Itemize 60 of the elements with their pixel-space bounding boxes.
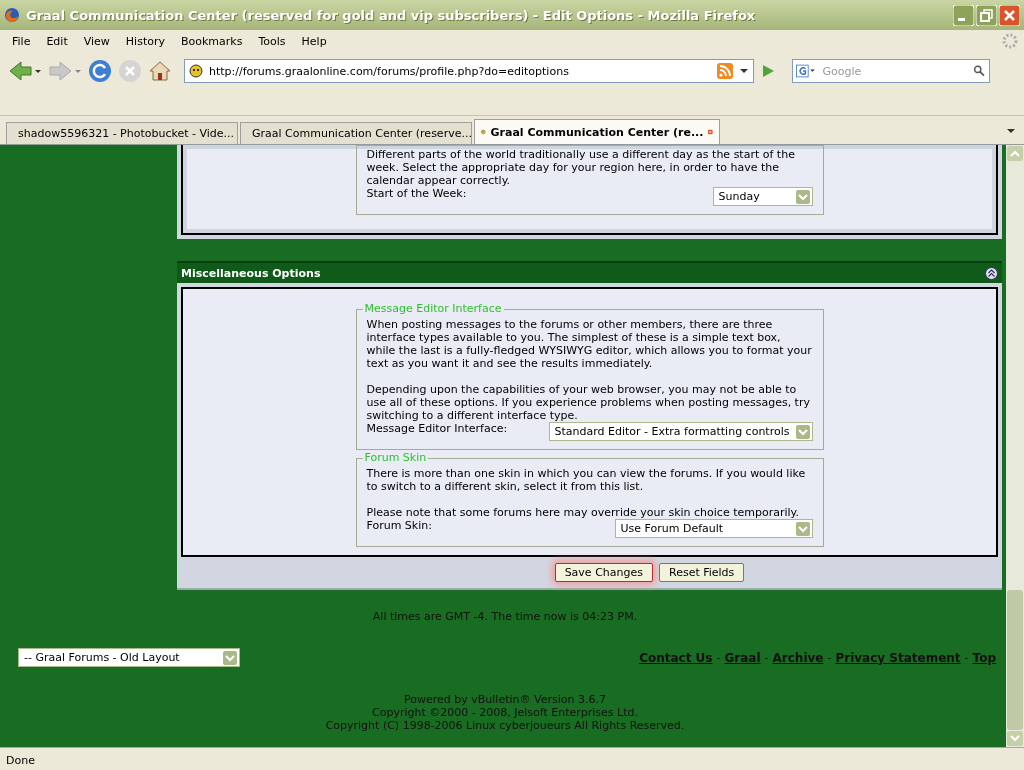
browser-tab[interactable]: shadow5596321 - Photobucket - Vide...: [6, 122, 238, 144]
reload-icon[interactable]: [88, 59, 112, 83]
dropdown-select[interactable]: Standard Editor - Extra formatting controls: [548, 422, 813, 441]
description-text: Depending upon the capabilities of your web browser, you may not be able to use all of these options. If you experience problems when posting messages, try switching to a different interface type.: [366, 383, 811, 422]
throbber-icon: [1002, 33, 1018, 49]
scroll-thumb[interactable]: [1007, 590, 1023, 730]
field-label: Message Editor Interface:: [366, 422, 508, 435]
link-separator: -: [716, 650, 721, 665]
fieldset-legend: Forum Skin: [362, 451, 429, 464]
close-icon[interactable]: [999, 4, 1020, 26]
copyright-text: Powered by vBulletin® Version 3.6.7: [403, 693, 607, 706]
search-icon[interactable]: [973, 63, 986, 79]
link-separator: -: [764, 650, 769, 665]
description-text: Different parts of the world traditionally use a different day as the start of the week. Select the appropriate day for your region here, in order to have the calendar appear correctly.: [366, 148, 796, 187]
menu-item[interactable]: Help: [293, 34, 335, 48]
go-arrow-icon[interactable]: [760, 63, 776, 79]
dropdown-select[interactable]: Sunday: [712, 187, 813, 206]
address-bar[interactable]: http://forums.graalonline.com/forums/profile.php?do=editoptions: [184, 59, 754, 83]
description-text: Please note that some forums here may override your skin choice temporarily.: [366, 506, 800, 519]
copyright-text: Copyright ©2000 - 2008, Jelsoft Enterprises Ltd.: [371, 706, 639, 719]
back-arrow-icon[interactable]: [8, 60, 42, 82]
window-title: Graal Communication Center (reserved for gold and vip subscribers) - Edit Options - Mozilla Firefox: [26, 7, 757, 23]
dropdown-select[interactable]: Use Forum Default: [614, 519, 813, 538]
fieldset-legend: Message Editor Interface: [362, 302, 504, 315]
minimize-icon[interactable]: [953, 4, 974, 26]
menu-item[interactable]: Edit: [38, 34, 76, 48]
description-text: When posting messages to the forums or other members, there are three interface types available to you. The simplest of these is a simple text box, while the last is a fully-fledged WYSIWYG editor, which allows you to format your text as you want it and see the results immediately.: [366, 318, 813, 370]
form-button[interactable]: Reset Fields: [659, 563, 745, 582]
stop-icon[interactable]: [118, 59, 142, 83]
time-text: All times are GMT -4. The time now is 04:23 PM.: [371, 610, 639, 623]
copyright-text: Copyright (C) 1998-2006 Linux cyberjoueurs All Rights Reserved.: [324, 719, 686, 732]
restore-icon[interactable]: [976, 4, 997, 26]
search-box[interactable]: Google: [792, 59, 990, 83]
menu-item[interactable]: Tools: [250, 34, 294, 48]
menu-item[interactable]: History: [117, 34, 173, 48]
field-label: Forum Skin:: [366, 519, 432, 532]
forward-arrow-icon[interactable]: [48, 60, 82, 82]
google-logo-icon[interactable]: [796, 63, 817, 79]
caret-icon[interactable]: [1006, 126, 1016, 136]
browser-tab[interactable]: Graal Communication Center (reserve...: [240, 122, 472, 144]
firefox-logo-icon: [4, 7, 20, 23]
collapse-icon[interactable]: [985, 266, 998, 280]
scroll-up-icon[interactable]: [1006, 145, 1024, 162]
scrollbar[interactable]: [1006, 145, 1024, 747]
rss-feed-icon[interactable]: [717, 63, 733, 79]
style-select[interactable]: -- Graal Forums - Old Layout: [18, 648, 240, 667]
link-separator: -: [964, 650, 969, 665]
description-text: There is more than one skin in which you can view the forums. If you would like to switch to a different skin, select it from this list.: [366, 467, 807, 493]
menu-item[interactable]: View: [75, 34, 118, 48]
scroll-down-icon[interactable]: [1006, 730, 1024, 747]
menu-item[interactable]: File: [4, 34, 39, 48]
section-title: Miscellaneous Options: [181, 266, 321, 280]
menu-item[interactable]: Bookmarks: [173, 34, 251, 48]
browser-tab[interactable]: Graal Communication Center (re...: [474, 119, 720, 144]
status-text: Done: [6, 753, 35, 767]
link-separator: -: [827, 650, 832, 665]
smiley-favicon-icon: [189, 64, 203, 78]
form-button[interactable]: Save Changes: [554, 563, 653, 582]
field-label: Start of the Week:: [366, 187, 467, 200]
home-icon[interactable]: [148, 59, 172, 83]
